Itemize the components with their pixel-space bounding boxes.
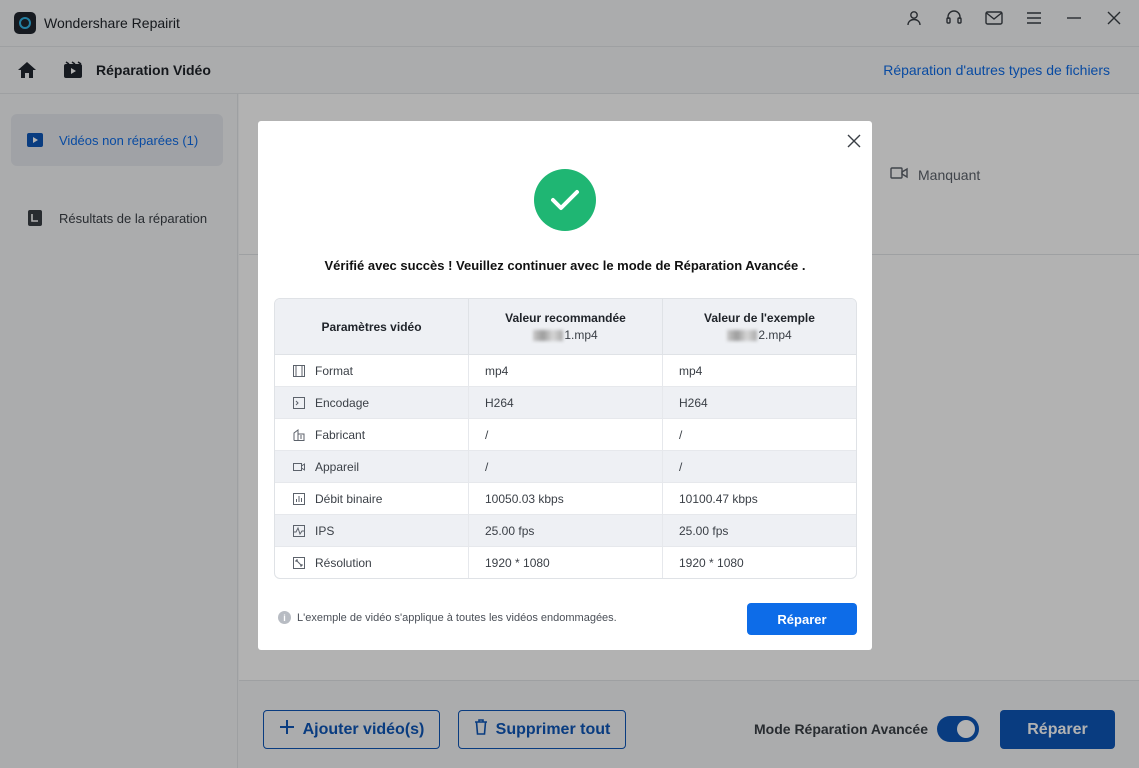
recommended-file: 1.mp4 <box>533 328 598 342</box>
dialog-repair-button[interactable]: Réparer <box>747 603 857 635</box>
pulse-icon <box>293 524 305 537</box>
film-icon <box>293 364 305 377</box>
sample-value: mp4 <box>679 363 703 378</box>
close-dialog-icon[interactable] <box>844 131 864 151</box>
camera-icon <box>293 461 305 473</box>
terminal-icon <box>293 396 305 409</box>
verification-dialog: Vérifié avec succès ! Veuillez continuer… <box>258 121 872 650</box>
sample-note: i L'exemple de vidéo s'applique à toutes… <box>278 611 617 624</box>
param-name: Fabricant <box>315 427 366 442</box>
sample-value: / <box>679 459 683 474</box>
sample-note-text: L'exemple de vidéo s'applique à toutes l… <box>297 611 617 624</box>
header-recommended: Valeur recommandée 1.mp4 <box>469 299 663 354</box>
sample-value: 1920 * 1080 <box>679 556 744 570</box>
param-name: Format <box>315 363 354 378</box>
recommended-value: 25.00 fps <box>469 515 663 546</box>
table-row: Appareil / / <box>275 451 856 483</box>
table-row: Résolution 1920 * 1080 1920 * 1080 <box>275 547 856 578</box>
table-row: Encodage H264 H264 <box>275 387 856 419</box>
success-message: Vérifié avec succès ! Veuillez continuer… <box>324 258 806 273</box>
sample-value: / <box>679 427 683 442</box>
table-row: Débit binaire 10050.03 kbps 10100.47 kbp… <box>275 483 856 515</box>
sample-value: H264 <box>679 395 708 410</box>
blurred-filename <box>533 330 564 342</box>
header-sample: Valeur de l'exemple 2.mp4 <box>663 299 856 354</box>
resize-icon <box>293 557 305 569</box>
sample-file-name: 2.mp4 <box>758 328 792 342</box>
table-header: Paramètres vidéo Valeur recommandée 1.mp… <box>275 299 856 355</box>
param-name: Résolution <box>315 556 372 570</box>
recommended-value: 10050.03 kbps <box>469 483 663 514</box>
param-name: IPS <box>315 523 335 538</box>
parameters-table: Paramètres vidéo Valeur recommandée 1.mp… <box>274 298 857 579</box>
param-name: Appareil <box>315 459 360 474</box>
recommended-value: / <box>469 419 663 450</box>
header-param-label: Paramètres vidéo <box>321 319 422 334</box>
header-recommended-label: Valeur recommandée <box>505 311 626 325</box>
table-row: IPS 25.00 fps 25.00 fps <box>275 515 856 547</box>
sample-value: 25.00 fps <box>679 523 729 538</box>
param-name: Débit binaire <box>315 491 383 506</box>
recommended-value: 1920 * 1080 <box>469 547 663 578</box>
recommended-file-name: 1.mp4 <box>564 328 598 342</box>
header-param: Paramètres vidéo <box>275 299 469 354</box>
recommended-value: / <box>469 451 663 482</box>
success-check-icon <box>534 169 596 231</box>
recommended-value: H264 <box>469 387 663 418</box>
building-icon <box>293 428 305 441</box>
sample-value: 10100.47 kbps <box>679 491 758 506</box>
bar-chart-icon <box>293 492 305 505</box>
sample-file: 2.mp4 <box>727 328 792 342</box>
info-icon: i <box>278 611 291 624</box>
header-sample-label: Valeur de l'exemple <box>704 311 815 325</box>
table-row: Fabricant / / <box>275 419 856 451</box>
blurred-filename <box>727 330 758 342</box>
param-name: Encodage <box>315 395 370 410</box>
recommended-value: mp4 <box>469 355 663 386</box>
table-row: Format mp4 mp4 <box>275 355 856 387</box>
